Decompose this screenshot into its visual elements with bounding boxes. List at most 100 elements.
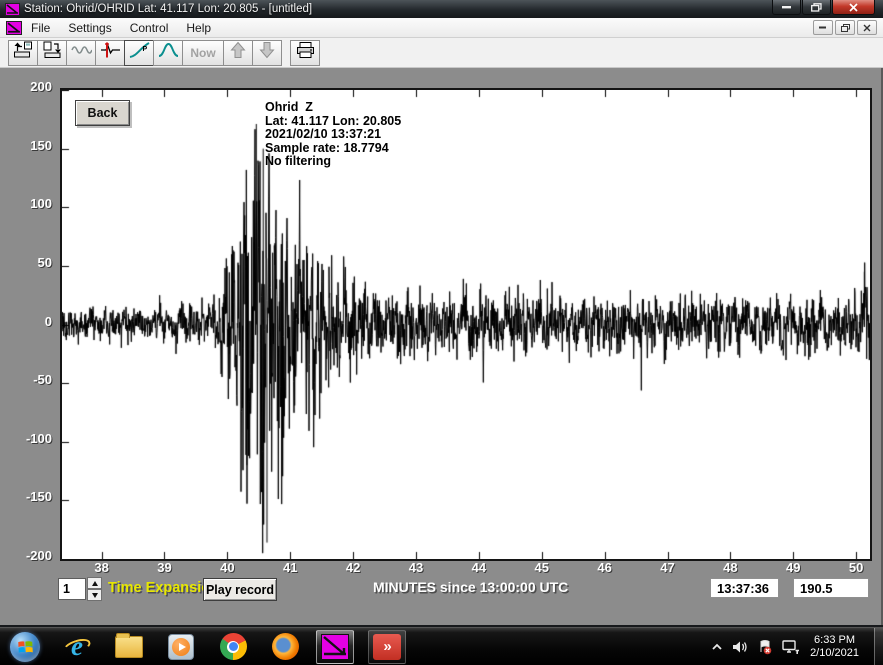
printer-icon bbox=[295, 41, 316, 64]
taskbar-chrome[interactable] bbox=[216, 631, 250, 663]
spinner-down-icon bbox=[92, 593, 98, 598]
taskbar-media-player[interactable] bbox=[164, 631, 198, 663]
x-tick-label: 43 bbox=[409, 560, 423, 575]
y-tick-label: -50 bbox=[0, 372, 52, 387]
action-center-flag-icon[interactable] bbox=[757, 640, 773, 655]
save-record-button[interactable] bbox=[37, 40, 67, 66]
x-tick-label: 49 bbox=[786, 560, 800, 575]
time-expansion-input[interactable] bbox=[58, 578, 86, 600]
pick-arrival-button[interactable] bbox=[95, 40, 125, 66]
print-button[interactable] bbox=[290, 40, 320, 66]
firefox-icon bbox=[272, 633, 299, 660]
x-tick-label: 48 bbox=[723, 560, 737, 575]
x-axis-caption: MINUTES since 13:00:00 UTC bbox=[373, 579, 568, 595]
up-arrow-icon bbox=[228, 41, 248, 64]
x-tick-label: 41 bbox=[283, 560, 297, 575]
toolbar: P Now bbox=[0, 38, 883, 68]
y-tick-label: -100 bbox=[0, 431, 52, 446]
network-icon[interactable] bbox=[782, 640, 800, 655]
cursor-value-field[interactable]: 190.5 bbox=[793, 578, 869, 598]
y-tick-label: 0 bbox=[0, 314, 52, 329]
menu-control[interactable]: Control bbox=[121, 19, 178, 37]
taskbar-file-explorer[interactable] bbox=[112, 631, 146, 663]
helicorder-view-button[interactable] bbox=[66, 40, 96, 66]
menu-settings[interactable]: Settings bbox=[59, 19, 120, 37]
close-button[interactable] bbox=[832, 0, 875, 15]
chart-annotation-line: No filtering bbox=[265, 155, 401, 169]
x-tick-label: 42 bbox=[346, 560, 360, 575]
mdi-restore-button[interactable] bbox=[835, 20, 855, 35]
seismogram-canvas[interactable] bbox=[60, 88, 872, 561]
app-icon bbox=[5, 3, 20, 16]
x-tick-label: 40 bbox=[220, 560, 234, 575]
cursor-time-field[interactable]: 13:37:36 bbox=[710, 578, 779, 598]
now-button-label: Now bbox=[190, 46, 215, 60]
folder-icon bbox=[115, 636, 143, 658]
scroll-up-button[interactable] bbox=[223, 40, 253, 66]
x-axis-labels: 38394041424344454647484950 bbox=[0, 560, 883, 577]
chart-annotation-line: 2021/02/10 13:37:21 bbox=[265, 128, 401, 142]
volume-icon[interactable] bbox=[732, 640, 748, 654]
play-record-button[interactable]: Play record bbox=[203, 578, 277, 601]
minimize-button[interactable] bbox=[772, 0, 801, 15]
filter-button[interactable] bbox=[153, 40, 183, 66]
menu-file[interactable]: File bbox=[22, 19, 59, 37]
screen: Station: Ohrid/OHRID Lat: 41.117 Lon: 20… bbox=[0, 0, 883, 665]
travel-time-button[interactable]: P bbox=[124, 40, 154, 66]
y-tick-label: 150 bbox=[0, 138, 52, 153]
restore-button[interactable] bbox=[802, 0, 831, 15]
taskbar-clock[interactable]: 6:33 PM 2/10/2021 bbox=[810, 634, 859, 660]
internet-explorer-icon: e bbox=[62, 632, 92, 662]
chart-annotation-line: Lat: 41.117 Lon: 20.805 bbox=[265, 115, 401, 129]
y-tick-label: 100 bbox=[0, 196, 52, 211]
window-caption-buttons bbox=[771, 0, 875, 15]
y-tick-label: 50 bbox=[0, 255, 52, 270]
system-tray: 6:33 PM 2/10/2021 bbox=[702, 628, 873, 665]
travel-time-curve-icon: P bbox=[129, 41, 150, 64]
y-tick-label: -150 bbox=[0, 489, 52, 504]
helicorder-wave-icon bbox=[71, 41, 92, 64]
spinner-down-button[interactable] bbox=[87, 589, 102, 601]
clock-time: 6:33 PM bbox=[810, 634, 859, 647]
mdi-window-buttons bbox=[811, 20, 877, 35]
spinner-up-button[interactable] bbox=[87, 577, 102, 589]
menu-help[interactable]: Help bbox=[177, 19, 220, 37]
back-button[interactable]: Back bbox=[75, 100, 130, 126]
show-desktop-button[interactable] bbox=[874, 628, 883, 665]
x-tick-label: 46 bbox=[597, 560, 611, 575]
taskbar-remote-app[interactable]: » bbox=[368, 630, 406, 664]
mdi-minimize-button[interactable] bbox=[813, 20, 833, 35]
remote-app-icon: » bbox=[373, 634, 401, 660]
mdi-close-button[interactable] bbox=[857, 20, 877, 35]
taskbar-firefox[interactable] bbox=[268, 631, 302, 663]
pick-arrival-icon bbox=[100, 41, 121, 64]
x-tick-label: 39 bbox=[157, 560, 171, 575]
down-arrow-icon bbox=[257, 41, 277, 64]
menu-bar: File Settings Control Help bbox=[0, 18, 883, 38]
bottom-control-row: Time Expansion Play record MINUTES since… bbox=[0, 576, 883, 606]
save-record-icon bbox=[42, 41, 62, 64]
taskbar-seismograph-app-active[interactable] bbox=[316, 630, 354, 664]
media-player-icon bbox=[168, 634, 194, 660]
x-tick-label: 45 bbox=[535, 560, 549, 575]
chrome-icon bbox=[220, 633, 247, 660]
chart-annotation-line: Sample rate: 18.7794 bbox=[265, 142, 401, 156]
chart-annotation: Ohrid ZLat: 41.117 Lon: 20.8052021/02/10… bbox=[265, 101, 401, 169]
document-icon[interactable] bbox=[6, 21, 22, 35]
x-tick-label: 50 bbox=[849, 560, 863, 575]
client-area: 200150100500-50-100-150-200 383940414243… bbox=[0, 68, 883, 625]
spinner-up-icon bbox=[92, 581, 98, 586]
open-record-button[interactable] bbox=[8, 40, 38, 66]
taskbar-internet-explorer[interactable]: e bbox=[60, 631, 94, 663]
now-button[interactable]: Now bbox=[182, 40, 224, 66]
x-tick-label: 47 bbox=[660, 560, 674, 575]
window-title: Station: Ohrid/OHRID Lat: 41.117 Lon: 20… bbox=[24, 3, 312, 15]
taskbar: e » bbox=[0, 627, 883, 665]
scroll-down-button[interactable] bbox=[252, 40, 282, 66]
window-titlebar: Station: Ohrid/OHRID Lat: 41.117 Lon: 20… bbox=[0, 0, 883, 18]
seismograph-app-icon bbox=[321, 634, 349, 660]
start-button[interactable] bbox=[8, 631, 42, 663]
hidden-icons-button[interactable] bbox=[711, 643, 723, 651]
open-record-icon bbox=[13, 41, 33, 64]
x-tick-label: 44 bbox=[472, 560, 486, 575]
